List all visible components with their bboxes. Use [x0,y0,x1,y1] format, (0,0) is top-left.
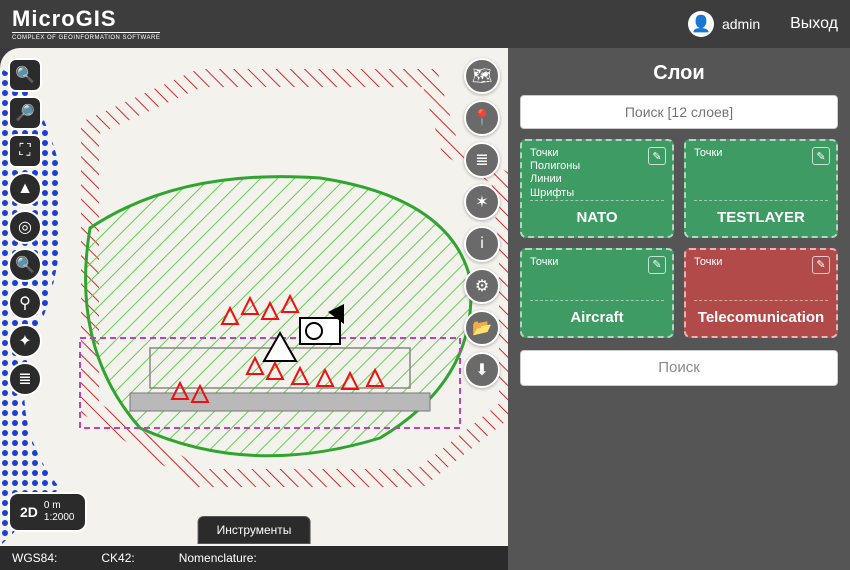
layers-panel: Слои ✎ Точки Полигоны Линии Шрифты NATO … [508,48,850,570]
info-button[interactable]: i [464,226,500,262]
user-block[interactable]: 👤 admin [688,11,760,37]
open-button[interactable]: 📂 [464,310,500,346]
layer-card-tags: Точки [694,256,828,269]
layer-search-input[interactable] [520,95,838,129]
view-mode-label: 2D [20,504,38,520]
ck42-label: CK42: [101,551,134,565]
exit-link[interactable]: Выход [790,15,838,33]
map-icon: 🗺 [472,66,492,86]
satellite-button[interactable]: ✶ [464,184,500,220]
layer-card-title: NATO [530,200,664,226]
wgs84-label: WGS84: [12,551,57,565]
folder-icon: 📂 [472,318,492,338]
download-icon: ⬇ [475,360,488,380]
layer-card-tags: Точки [530,256,664,269]
layer-card-aircraft[interactable]: ✎ Точки Aircraft [520,248,674,338]
info-icon: i [480,235,484,253]
pin-button[interactable]: 📍 [464,100,500,136]
layer-card-testlayer[interactable]: ✎ Точки TESTLAYER [684,139,838,238]
layer-card-title: TESTLAYER [694,200,828,226]
left-toolbar: 🔍 🔎 ⛶ ▲ ◎ 🔍 ⚲ ✦ ≣ [8,58,42,396]
edit-icon[interactable]: ✎ [648,256,666,274]
basemap-button[interactable]: 🗺 [464,58,500,94]
map-svg [0,48,508,546]
zoom-out-button[interactable]: 🔎 [8,96,42,130]
statusbar: WGS84: CK42: Nomenclature: [0,546,508,570]
layer-card-tags: Точки [694,147,828,160]
effects-icon: ✦ [18,331,31,351]
instruments-toggle[interactable]: Инструменты [198,516,311,544]
scale-ratio: 1:2000 [44,512,75,524]
logo-sub: COMPLEX OF GEOINFORMATION SOFTWARE [12,32,160,41]
panel-title: Слои [520,62,838,85]
sat-icon: ✶ [475,192,488,212]
north-button[interactable]: ▲ [8,172,42,206]
layer-card-title: Aircraft [530,300,664,326]
effects-button[interactable]: ✦ [8,324,42,358]
layer-card-telecom[interactable]: ✎ Точки Telecomunication [684,248,838,338]
gps-icon: ◎ [18,217,32,237]
logo: MicroGIS COMPLEX OF GEOINFORMATION SOFTW… [12,8,160,41]
search-icon: 🔍 [15,255,35,275]
logo-main: MicroGIS [12,8,160,30]
zoom-in-button[interactable]: 🔍 [8,58,42,92]
layer-card-tags: Точки Полигоны Линии Шрифты [530,147,664,200]
scale-indicator[interactable]: 2D 0 m 1:2000 [8,492,87,532]
search-button[interactable]: Поиск [520,350,838,386]
search-map-button[interactable]: 🔍 [8,248,42,282]
map-canvas[interactable]: 🔍 🔎 ⛶ ▲ ◎ 🔍 ⚲ ✦ ≣ 🗺 📍 ≣ ✶ i ⚙ 📂 ⬇ [0,48,508,570]
list-button[interactable]: ≣ [8,362,42,396]
layer-card-nato[interactable]: ✎ Точки Полигоны Линии Шрифты NATO [520,139,674,238]
nomen-label: Nomenclature: [179,551,257,565]
user-name: admin [722,16,760,32]
scale-distance: 0 m [44,500,75,512]
fit-extent-button[interactable]: ⛶ [8,134,42,168]
layers-button[interactable]: ≣ [464,142,500,178]
stack-icon: ≣ [475,150,488,170]
layer-card-title: Telecomunication [694,300,828,326]
edit-icon[interactable]: ✎ [812,147,830,165]
gear-icon: ⚙ [475,276,489,296]
fit-icon: ⛶ [19,142,30,160]
header: MicroGIS COMPLEX OF GEOINFORMATION SOFTW… [0,0,850,48]
edit-icon[interactable]: ✎ [812,256,830,274]
settings-button[interactable]: ⚙ [464,268,500,304]
north-icon: ▲ [17,180,33,198]
locate-button[interactable]: ⚲ [8,286,42,320]
right-toolbar: 🗺 📍 ≣ ✶ i ⚙ 📂 ⬇ [464,58,500,388]
layer-cards: ✎ Точки Полигоны Линии Шрифты NATO ✎ Точ… [520,139,838,338]
download-button[interactable]: ⬇ [464,352,500,388]
locate-icon: ⚲ [19,293,31,313]
edit-icon[interactable]: ✎ [648,147,666,165]
zoom-out-icon: 🔎 [15,103,35,123]
pin-icon: 📍 [472,108,492,128]
list-icon: ≣ [18,369,31,389]
gps-button[interactable]: ◎ [8,210,42,244]
avatar-icon: 👤 [688,11,714,37]
zoom-in-icon: 🔍 [15,65,35,85]
